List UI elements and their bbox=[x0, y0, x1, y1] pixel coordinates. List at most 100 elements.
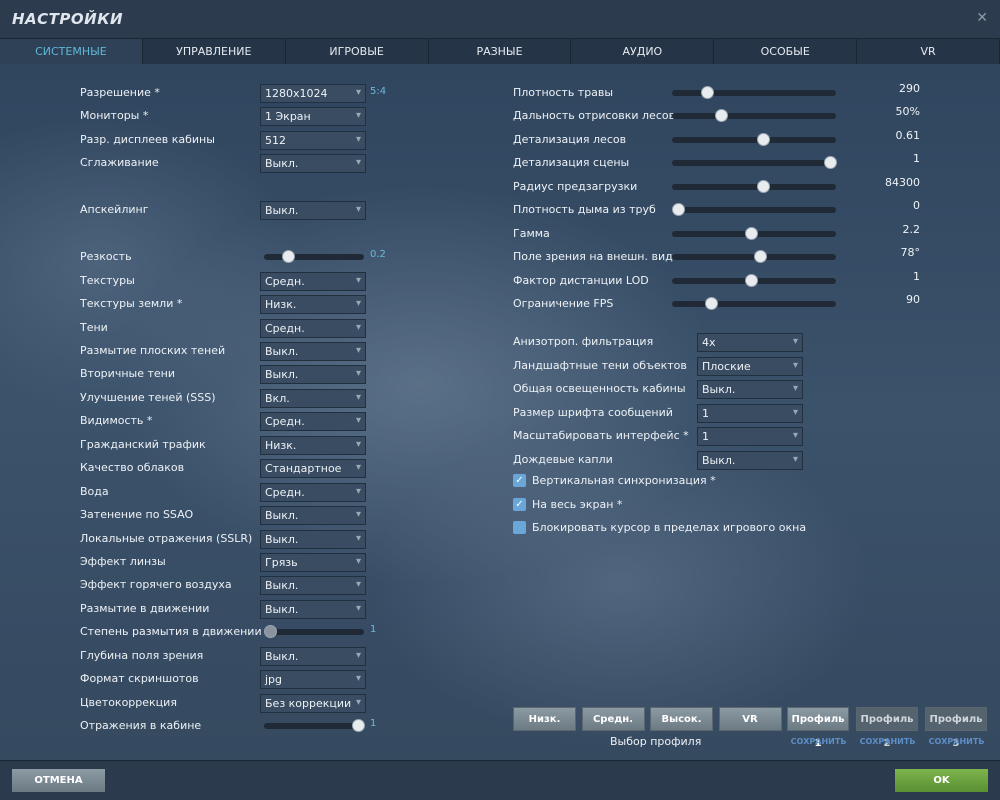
save-profile-link[interactable]: СОХРАНИТЬ bbox=[787, 737, 850, 746]
setting-label: Сглаживание bbox=[80, 156, 159, 170]
setting-dropdown[interactable]: Средн. bbox=[260, 318, 366, 338]
setting-dropdown[interactable]: 1 bbox=[697, 403, 803, 423]
setting-dropdown[interactable]: Выкл. bbox=[697, 380, 803, 400]
setting-label: Отражения в кабине bbox=[80, 719, 202, 733]
setting-label: Мониторы * bbox=[80, 109, 149, 123]
tab-bar: СИСТЕМНЫЕ УПРАВЛЕНИЕ ИГРОВЫЕ РАЗНЫЕ АУДИО ОСО… bbox=[0, 38, 1000, 64]
setting-label: Разр. дисплеев кабины bbox=[80, 132, 215, 146]
setting-dropdown[interactable]: Выкл. bbox=[260, 506, 366, 526]
setting-label: Локальные отражения (SSLR) bbox=[80, 531, 253, 545]
setting-dropdown[interactable]: Низк. bbox=[260, 435, 366, 455]
slider-thumb[interactable] bbox=[744, 273, 758, 287]
setting-dropdown[interactable]: Выкл. bbox=[260, 201, 366, 221]
setting-slider[interactable] bbox=[264, 719, 365, 733]
setting-slider[interactable] bbox=[672, 132, 836, 146]
slider-thumb[interactable] bbox=[824, 156, 837, 170]
setting-dropdown[interactable]: 1 Экран bbox=[260, 107, 366, 127]
preset-button[interactable]: Средн. bbox=[581, 707, 645, 731]
setting-dropdown[interactable]: Низк. bbox=[260, 295, 366, 315]
setting-dropdown[interactable]: 1280x1024 bbox=[260, 84, 366, 103]
setting-slider[interactable] bbox=[672, 203, 836, 217]
save-profile-link[interactable]: СОХРАНИТЬ bbox=[925, 737, 988, 746]
tab-4[interactable]: АУДИО bbox=[571, 39, 715, 64]
setting-slider[interactable] bbox=[672, 226, 836, 240]
setting-slider[interactable] bbox=[672, 86, 836, 99]
setting-dropdown[interactable]: Выкл. bbox=[260, 365, 366, 385]
setting-dropdown[interactable]: Стандартное bbox=[260, 459, 366, 479]
profile-button[interactable]: Профиль 2 bbox=[856, 707, 918, 749]
setting-label: Анизотроп. фильтрация bbox=[513, 335, 654, 348]
checkbox[interactable]: ✓ bbox=[513, 474, 526, 487]
setting-label: Фактор дистанции LOD bbox=[513, 273, 649, 287]
cancel-button[interactable]: ОТМЕНА bbox=[12, 769, 105, 792]
setting-dropdown[interactable]: Без коррекции bbox=[260, 693, 366, 713]
setting-dropdown[interactable]: Выкл. bbox=[260, 529, 366, 549]
setting-dropdown[interactable]: Выкл. bbox=[697, 451, 803, 470]
setting-dropdown[interactable]: Вкл. bbox=[260, 388, 366, 408]
slider-thumb[interactable] bbox=[264, 625, 277, 639]
slider-thumb[interactable] bbox=[700, 86, 714, 99]
setting-label: Вторичные тени bbox=[80, 367, 175, 381]
setting-dropdown[interactable]: Средн. bbox=[260, 482, 366, 502]
tab-6[interactable]: VR bbox=[857, 39, 1000, 64]
setting-label: Плотность дыма из труб bbox=[513, 203, 656, 217]
slider-thumb[interactable] bbox=[352, 719, 365, 733]
profile-button[interactable]: Профиль 1 bbox=[787, 707, 849, 749]
setting-dropdown[interactable]: 512 bbox=[260, 130, 366, 150]
setting-slider[interactable] bbox=[672, 179, 836, 193]
setting-dropdown[interactable]: 4x bbox=[697, 333, 803, 352]
setting-label: Цветокоррекция bbox=[80, 695, 177, 709]
close-icon[interactable]: ✕ bbox=[976, 10, 988, 26]
setting-dropdown[interactable]: Плоские bbox=[697, 356, 803, 376]
save-profile-link[interactable]: СОХРАНИТЬ bbox=[856, 737, 919, 746]
slider-thumb[interactable] bbox=[714, 109, 728, 123]
profile-button[interactable]: Профиль 3 bbox=[925, 707, 987, 749]
slider-thumb[interactable] bbox=[757, 179, 771, 193]
slider-value: 90 bbox=[906, 293, 920, 307]
slider-thumb[interactable] bbox=[754, 250, 768, 264]
setting-slider[interactable] bbox=[672, 156, 837, 170]
tab-2[interactable]: ИГРОВЫЕ bbox=[286, 39, 429, 64]
profile-caption: Выбор профиля bbox=[610, 735, 702, 748]
setting-slider[interactable] bbox=[672, 250, 836, 264]
setting-slider[interactable] bbox=[672, 273, 836, 287]
setting-dropdown[interactable]: Грязь bbox=[260, 553, 366, 572]
tab-1[interactable]: УПРАВЛЕНИЕ bbox=[143, 39, 286, 64]
preset-button[interactable]: Высок. bbox=[650, 707, 713, 731]
checkbox[interactable] bbox=[513, 521, 526, 534]
setting-slider[interactable] bbox=[672, 109, 836, 123]
slider-value: 0.61 bbox=[895, 128, 921, 142]
setting-dropdown[interactable]: 1 bbox=[697, 427, 803, 447]
setting-dropdown[interactable]: Средн. bbox=[260, 412, 366, 432]
slider-thumb[interactable] bbox=[281, 250, 295, 264]
slider-thumb[interactable] bbox=[705, 297, 719, 311]
slider-thumb[interactable] bbox=[757, 132, 771, 146]
setting-dropdown[interactable]: Выкл. bbox=[260, 599, 366, 619]
preset-button[interactable]: Низк. bbox=[513, 707, 576, 731]
setting-dropdown[interactable]: Выкл. bbox=[260, 154, 366, 174]
setting-label: Ландшафтные тени объектов bbox=[513, 358, 687, 372]
setting-label: Размытие в движении bbox=[80, 601, 210, 615]
slider-value: 0 bbox=[913, 199, 920, 213]
tab-3[interactable]: РАЗНЫЕ bbox=[429, 39, 572, 64]
setting-dropdown[interactable]: Выкл. bbox=[260, 646, 366, 666]
setting-dropdown[interactable]: Средн. bbox=[260, 271, 366, 291]
checkbox[interactable]: ✓ bbox=[513, 497, 526, 511]
setting-dropdown[interactable]: Выкл. bbox=[260, 576, 366, 596]
setting-label: Качество облаков bbox=[80, 461, 185, 475]
tab-5[interactable]: ОСОБЫЕ bbox=[714, 39, 858, 64]
setting-dropdown[interactable]: Выкл. bbox=[260, 341, 366, 361]
setting-slider[interactable] bbox=[672, 297, 836, 311]
ok-button[interactable]: OK bbox=[895, 769, 988, 792]
setting-label: Плотность травы bbox=[513, 86, 614, 99]
setting-slider[interactable] bbox=[264, 250, 364, 264]
setting-dropdown[interactable]: jpg bbox=[260, 670, 366, 690]
setting-label: Разрешение * bbox=[80, 86, 160, 99]
setting-label: Текстуры bbox=[80, 273, 135, 287]
slider-thumb[interactable] bbox=[672, 203, 685, 217]
slider-thumb[interactable] bbox=[744, 226, 758, 240]
setting-label: Эффект линзы bbox=[80, 555, 166, 568]
setting-slider[interactable] bbox=[264, 625, 364, 639]
preset-button[interactable]: VR bbox=[718, 707, 782, 731]
tab-0[interactable]: СИСТЕМНЫЕ bbox=[0, 39, 143, 64]
